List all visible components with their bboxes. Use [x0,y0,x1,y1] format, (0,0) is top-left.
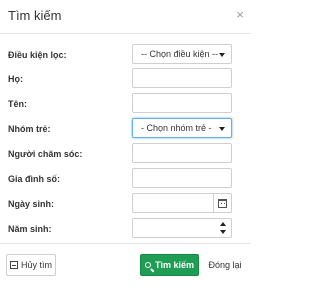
cancel-icon [9,261,18,269]
first-name-input[interactable] [133,95,231,113]
close-icon[interactable]: × [236,8,244,22]
group-row: Nhóm trẻ: - Chọn nhóm trẻ - [0,118,251,140]
dialog-header: Tìm kiếm × [0,0,251,34]
search-icon [144,262,151,268]
calendar-button[interactable] [213,194,231,212]
birthyear-input[interactable] [133,220,217,238]
birthyear-field[interactable] [132,218,232,238]
caregiver-label: Người chăm sóc: [8,149,83,159]
year-stepper[interactable] [217,219,229,237]
birthyear-label: Năm sinh: [8,224,52,234]
last-name-field[interactable] [132,68,232,88]
close-button[interactable]: Đóng lại [204,254,246,276]
caregiver-input[interactable] [133,145,231,163]
calendar-icon [218,198,227,208]
first-name-row: Tên: [0,93,251,115]
group-label: Nhóm trẻ: [8,124,51,134]
birthdate-row: Ngày sinh: [0,193,251,215]
first-name-field[interactable] [132,93,232,113]
family-row: Gia đình số: [0,168,251,190]
search-button-label: Tìm kiếm [154,260,194,270]
last-name-label: Họ: [8,74,23,84]
search-dialog: Tìm kiếm × Điều kiện lọc: -- Chọn điều k… [0,0,251,300]
first-name-label: Tên: [8,99,27,109]
chevron-down-icon [219,53,225,57]
caregiver-row: Người chăm sóc: [0,143,251,165]
cancel-search-button[interactable]: Hủy tìm [6,254,56,276]
search-button[interactable]: Tìm kiếm [140,254,199,276]
group-select[interactable]: - Chọn nhóm trẻ - [132,118,232,138]
stepper-up-icon[interactable] [220,222,226,226]
dialog-footer: Hủy tìm Tìm kiếm Đóng lại [0,243,251,300]
group-select-value: - Chọn nhóm trẻ - [141,123,212,133]
last-name-input[interactable] [133,70,231,88]
last-name-row: Họ: [0,68,251,90]
family-field[interactable] [132,168,232,188]
close-button-label: Đóng lại [208,260,242,270]
filter-select-value: -- Chọn điều kiện -- [141,49,219,59]
birthdate-field[interactable] [132,193,232,213]
dialog-title: Tìm kiếm [8,8,62,23]
birthyear-row: Năm sinh: [0,218,251,240]
chevron-down-icon [219,127,225,131]
cancel-search-label: Hủy tìm [20,260,52,270]
family-input[interactable] [133,170,231,188]
family-label: Gia đình số: [8,174,61,184]
filter-row: Điều kiện lọc: -- Chọn điều kiện -- [0,44,251,66]
filter-select[interactable]: -- Chọn điều kiện -- [132,44,232,64]
caregiver-field[interactable] [132,143,232,163]
birthdate-input[interactable] [133,195,215,213]
filter-label: Điều kiện lọc: [8,50,67,60]
stepper-down-icon[interactable] [220,230,226,234]
birthdate-label: Ngày sinh: [8,199,55,209]
